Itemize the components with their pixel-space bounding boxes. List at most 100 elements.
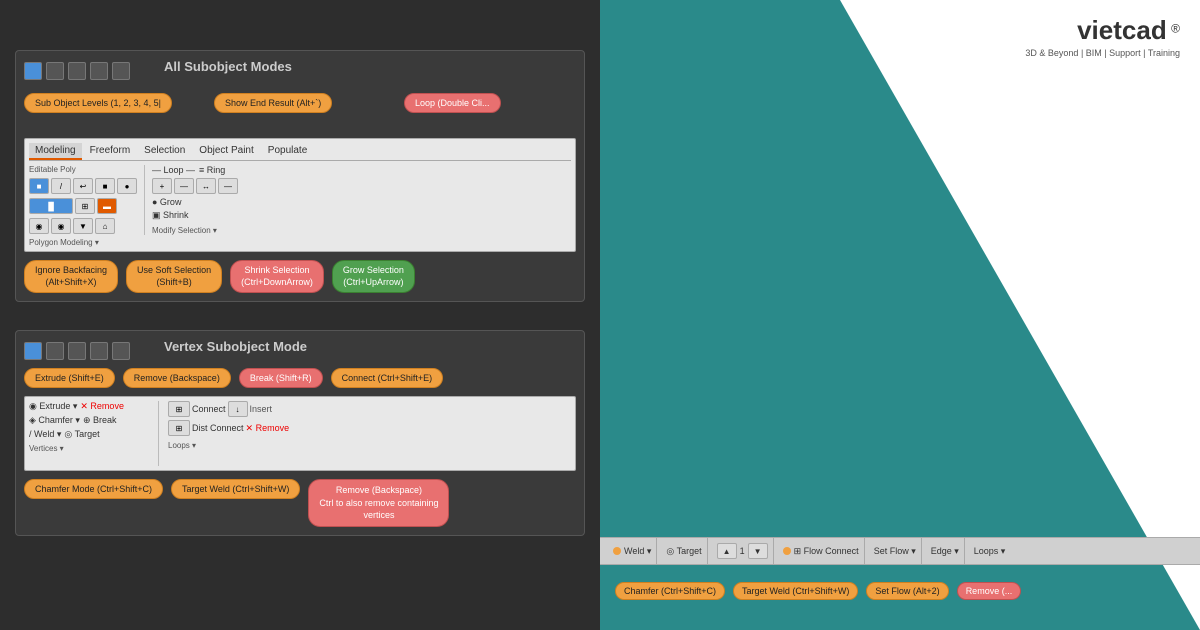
set-flow-label: Set Flow ▾: [874, 546, 916, 557]
rb-icon5[interactable]: ●: [117, 178, 137, 194]
dist-connect-label: Dist Connect: [192, 423, 244, 433]
right-bottom-pills: Chamfer (Ctrl+Shift+C) Target Weld (Ctrl…: [600, 582, 1200, 600]
vietcad-logo: vietcad ® 3D & Beyond | BIM | Support | …: [1025, 15, 1180, 58]
vietcad-name: vietcad: [1077, 15, 1167, 45]
flow-connect-label: ⊞ Flow Connect: [794, 546, 859, 557]
extrude-rb-label: ◉ Extrude ▾: [29, 401, 77, 412]
bottom-section-title: Vertex Subobject Mode: [134, 339, 307, 354]
grow-selection-pill: Grow Selection (Ctrl+UpArrow): [332, 260, 415, 293]
target-weld-pill: Target Weld (Ctrl+Shift+W): [171, 479, 300, 499]
num-btn[interactable]: ▲: [717, 543, 737, 559]
break-pill: Break (Shift+R): [239, 368, 323, 388]
rb-icon6[interactable]: ▐▌: [29, 198, 73, 214]
editable-poly-label: Editable Poly: [29, 165, 137, 174]
rb-icon8[interactable]: ▬: [97, 198, 117, 214]
ignore-backfacing-pill: Ignore Backfacing (Alt+Shift+X): [24, 260, 118, 293]
loop-pill: Loop (Double Cli...: [404, 93, 501, 113]
loops-toolbar-label: Loops ▾: [974, 546, 1006, 557]
flow-connect-item: ⊞ Flow Connect: [778, 538, 865, 564]
rb-icon4[interactable]: ■: [95, 178, 115, 194]
rb-icon7[interactable]: ⊞: [75, 198, 95, 214]
loop-btn1[interactable]: +: [152, 178, 172, 194]
vertex-icon5: [112, 342, 130, 360]
vietcad-tagline: 3D & Beyond | BIM | Support | Training: [1025, 48, 1180, 58]
top-section: All Subobject Modes Sub Object Levels (1…: [15, 50, 585, 302]
rb-icon1[interactable]: ■: [29, 178, 49, 194]
toolbar-strip: Weld ▾ ◎ Target ▲ 1 ▼ ⊞ Flow Connect Set…: [600, 537, 1200, 565]
weld-dot: [613, 547, 621, 555]
vertex-icon: [24, 342, 42, 360]
set-flow-item: Set Flow ▾: [869, 538, 922, 564]
vietcad-reg: ®: [1171, 22, 1180, 36]
tab-freeform[interactable]: Freeform: [84, 143, 137, 160]
rb-icon10[interactable]: ◉: [51, 218, 71, 234]
icon-sphere: [112, 62, 130, 80]
ribbon-area-vertex: ◉ Extrude ▾ ✕ Remove ◈ Chamfer ▾ ⊕ Break…: [24, 396, 576, 471]
num-btn2[interactable]: ▼: [748, 543, 768, 559]
target-rb-label: ◎ Target: [64, 429, 99, 440]
flow-dot: [783, 547, 791, 555]
shrink-label: ▣ Shrink: [152, 210, 189, 221]
polygon-modeling-label: Polygon Modeling ▾: [29, 238, 137, 247]
target-label: ◎ Target: [666, 546, 701, 557]
vertex-icon4: [90, 342, 108, 360]
target-toolbar-item: ◎ Target: [661, 538, 707, 564]
remove-pill: Remove (Backspace): [123, 368, 231, 388]
tab-object-paint[interactable]: Object Paint: [193, 143, 259, 160]
ring-label: ≡ Ring: [199, 165, 225, 175]
modify-selection-label: Modify Selection ▾: [152, 226, 272, 235]
loop-label: — Loop —: [152, 165, 195, 175]
edge-label: Edge ▾: [931, 546, 959, 557]
remove-backspace-pill: Remove (Backspace) Ctrl to also remove c…: [308, 479, 449, 527]
loop-btn2[interactable]: —: [174, 178, 194, 194]
insert-btn[interactable]: ↓: [228, 401, 248, 417]
left-panel: All Subobject Modes Sub Object Levels (1…: [0, 0, 600, 630]
rb-icon9[interactable]: ◉: [29, 218, 49, 234]
icon-edge: [46, 62, 64, 80]
chamfer-mode-pill: Chamfer Mode (Ctrl+Shift+C): [24, 479, 163, 499]
icon-cube: [90, 62, 108, 80]
vertex-icon2: [46, 342, 64, 360]
vertices-label: Vertices ▾: [29, 444, 149, 453]
right-panel: ▲ AUTODESK Gold Partner vietcad ® 3D & B…: [600, 0, 1200, 630]
break-rb-label: ⊕ Break: [83, 415, 117, 426]
loop-btn4[interactable]: —: [218, 178, 238, 194]
rb-icon2[interactable]: /: [51, 178, 71, 194]
connect-pill: Connect (Ctrl+Shift+E): [331, 368, 444, 388]
vertex-icon3: [68, 342, 86, 360]
loop-btn3[interactable]: ↔: [196, 178, 216, 194]
grow-label: ● Grow: [152, 197, 181, 207]
weld-rb-label: / Weld ▾: [29, 429, 61, 440]
target-weld-right-pill: Target Weld (Ctrl+Shift+W): [733, 582, 858, 600]
remove-rb2-label: ✕ Remove: [246, 423, 290, 434]
top-section-title: All Subobject Modes: [134, 59, 292, 74]
sub-object-pill: Sub Object Levels (1, 2, 3, 4, 5|: [24, 93, 172, 113]
extrude-pill: Extrude (Shift+E): [24, 368, 115, 388]
tab-modeling[interactable]: Modeling: [29, 143, 82, 160]
dist-connect-btn[interactable]: ⊞: [168, 420, 190, 436]
bottom-section: Vertex Subobject Mode Extrude (Shift+E) …: [15, 330, 585, 536]
insert-label: Insert: [250, 404, 273, 414]
num-toolbar-item: ▲ 1 ▼: [712, 538, 774, 564]
chamfer-rb-label: ◈ Chamfer ▾: [29, 415, 80, 426]
rb-icon11[interactable]: ▼: [73, 218, 93, 234]
icon-undo: [68, 62, 86, 80]
edge-item: Edge ▾: [926, 538, 965, 564]
connect-grid-btn[interactable]: ⊞: [168, 401, 190, 417]
rb-icon12[interactable]: ⌂: [95, 218, 115, 234]
icon-vertex: [24, 62, 42, 80]
tab-selection[interactable]: Selection: [138, 143, 191, 160]
ribbon-tabs: Modeling Freeform Selection Object Paint…: [29, 143, 571, 161]
rb-icon3[interactable]: ↩: [73, 178, 93, 194]
chamfer-right-pill: Chamfer (Ctrl+Shift+C): [615, 582, 725, 600]
loops-label: Loops ▾: [168, 441, 289, 450]
tab-populate[interactable]: Populate: [262, 143, 313, 160]
show-end-pill: Show End Result (Alt+`): [214, 93, 332, 113]
set-flow-right-pill: Set Flow (Alt+2): [866, 582, 948, 600]
soft-selection-pill: Use Soft Selection (Shift+B): [126, 260, 222, 293]
weld-label: Weld ▾: [624, 546, 651, 557]
weld-toolbar-item: Weld ▾: [608, 538, 657, 564]
shrink-selection-pill: Shrink Selection (Ctrl+DownArrow): [230, 260, 324, 293]
remove-right-pill: Remove (...: [957, 582, 1022, 600]
num-value: 1: [740, 546, 745, 556]
